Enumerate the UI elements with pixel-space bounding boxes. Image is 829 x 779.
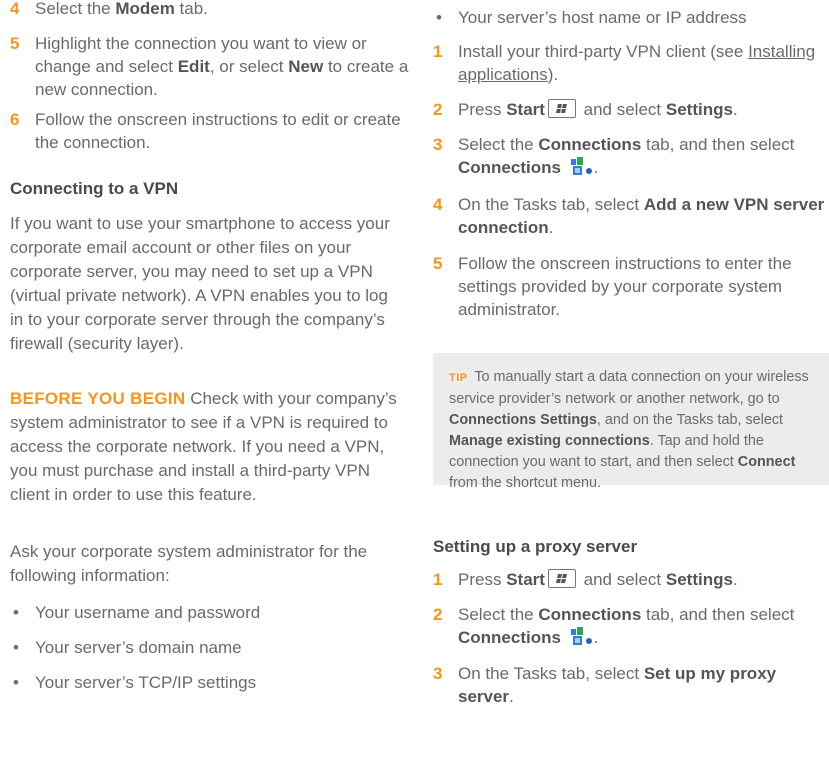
vpn-step-4: 4 On the Tasks tab, select Add a new VPN …: [433, 195, 825, 237]
vpn-step-2: 2 Press Start and select Settings.: [433, 99, 738, 119]
ask-admin-paragraph: Ask your corporate system administrator …: [10, 542, 368, 585]
tip-box: TIP To manually start a data connection …: [433, 353, 829, 491]
list-item: • Your server’s TCP/IP settings: [13, 673, 257, 692]
bullet-icon: •: [436, 8, 442, 27]
list-item: • Your server’s domain name: [13, 638, 242, 657]
step-number: 2: [433, 605, 443, 624]
step-number: 1: [433, 42, 443, 61]
bullet-icon: •: [13, 673, 19, 692]
list-item: • Your username and password: [13, 603, 261, 622]
proxy-step-1: 1 Press Start and select Settings.: [433, 569, 738, 589]
bullet-icon: •: [13, 603, 19, 622]
vpn-heading: Connecting to a VPN: [10, 179, 179, 198]
bullet-icon: •: [13, 638, 19, 657]
step-number: 5: [10, 34, 20, 53]
step-number: 3: [433, 135, 443, 154]
step-number: 2: [433, 100, 443, 119]
step-number: 5: [433, 254, 443, 273]
step-number: 3: [433, 664, 443, 683]
vpn-step-3: 3 Select the Connections tab, and then se…: [433, 135, 795, 177]
step-5-highlight: 5 Highlight the connection you want to vi…: [10, 34, 409, 99]
step-6-follow: 6 Follow the onscreen instructions to edi…: [10, 110, 401, 152]
before-you-begin-paragraph: BEFORE YOU BEGIN Check with your company…: [10, 389, 397, 504]
connections-icon: [570, 627, 592, 645]
list-item: • Your server’s host name or IP address: [436, 8, 747, 27]
step-number: 4: [433, 195, 443, 214]
proxy-step-3: 3 On the Tasks tab, select Set up my prox…: [433, 664, 777, 706]
vpn-intro-paragraph: If you want to use your smartphone to ac…: [10, 214, 390, 353]
step-number: 4: [10, 0, 20, 18]
step-number: 6: [10, 110, 20, 129]
tip-text: TIP To manually start a data connection …: [449, 369, 809, 491]
vpn-step-1: 1 Install your third-party VPN client (se…: [433, 42, 816, 84]
connections-icon: [570, 157, 592, 175]
proxy-heading: Setting up a proxy server: [433, 537, 638, 556]
before-you-begin-label: BEFORE YOU BEGIN: [10, 389, 186, 408]
tip-label: TIP: [449, 372, 468, 384]
start-key-icon: [547, 569, 576, 588]
step-4-modem: 4 Select the Modem tab.: [10, 0, 415, 20]
step-number: 1: [433, 570, 443, 589]
proxy-step-2: 2 Select the Connections tab, and then se…: [433, 605, 795, 647]
vpn-step-5: 5 Follow the onscreen instructions to ent…: [433, 254, 792, 319]
start-key-icon: [547, 99, 576, 118]
